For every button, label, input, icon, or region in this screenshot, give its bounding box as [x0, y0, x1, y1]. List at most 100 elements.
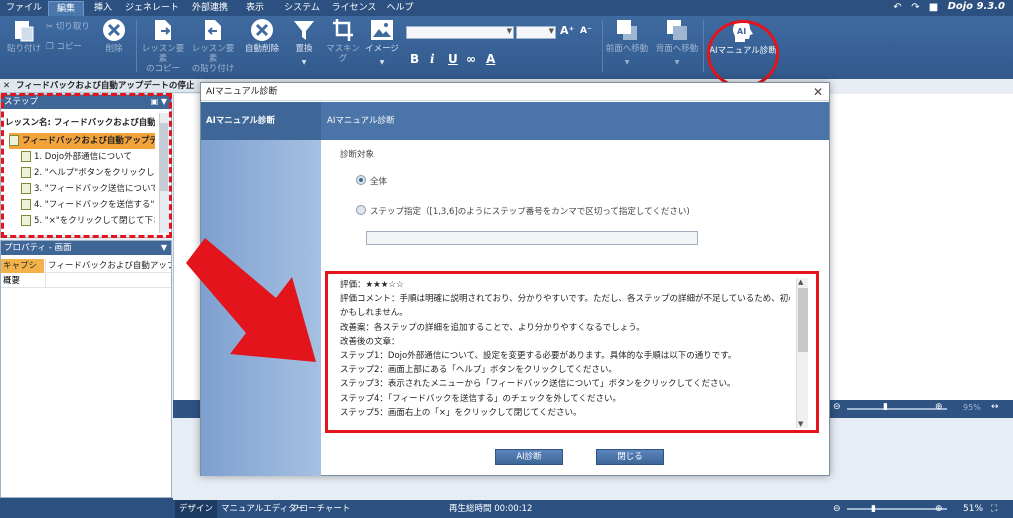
font-family-select[interactable]: ▼ — [406, 26, 514, 39]
masking-button[interactable]: マスキング — [322, 18, 364, 64]
result-box: 評価：★★★☆☆ 評価コメント：手順は明確に説明されており、分かりやすいです。た… — [325, 271, 819, 433]
radio-steps-label: ステップ指定（[1,3,6]のようにステップ番号をカンマで区切って指定してくださ… — [370, 207, 690, 217]
fit-icon[interactable]: ↔ — [991, 402, 999, 412]
tab-flowchart[interactable]: フローチャート — [287, 500, 354, 518]
tab-close-icon[interactable]: ✕ — [3, 79, 10, 93]
copy-lesson-icon — [155, 20, 171, 40]
app-brand: Dojo 9.3.0 — [947, 1, 1005, 12]
underline-icon[interactable]: U — [448, 52, 458, 66]
crop-icon — [333, 19, 353, 41]
zoom-in-icon[interactable]: ⊕ — [935, 500, 943, 518]
result-line: 改善案：各ステップの詳細を追加することで、より分かりやすくなるでしょう。 — [340, 322, 645, 333]
timeline-zoom-in-icon[interactable]: ⊕ — [935, 402, 943, 412]
replace-button[interactable]: 置換 ▼ — [288, 18, 320, 68]
ribbon-separator — [136, 20, 137, 72]
paste-lesson-button[interactable]: レッスン要素 の貼り付け — [190, 18, 236, 74]
zoom-value: 51% — [963, 504, 984, 514]
result-scroll-thumb[interactable] — [798, 288, 808, 352]
delete-label: 削除 — [105, 44, 123, 54]
property-value[interactable]: フィードバックおよび自動アップデー... — [45, 259, 171, 273]
replace-dropdown-icon[interactable]: ▼ — [288, 58, 320, 68]
link-icon[interactable]: ∞ — [466, 52, 476, 66]
copy-button[interactable]: ❐ コピー — [46, 42, 98, 52]
steps-highlight-dashed-box — [1, 93, 172, 238]
target-label: 診断対象 — [340, 150, 375, 160]
ai-button-highlight-circle — [707, 20, 779, 88]
cut-button[interactable]: ✂ 切り取り — [46, 22, 98, 32]
send-back-button[interactable]: 背面へ移動 ▼ — [654, 18, 700, 68]
auto-delete-button[interactable]: 自動削除 — [240, 18, 284, 54]
filter-icon — [294, 21, 314, 40]
send-back-dropdown-icon[interactable]: ▼ — [654, 58, 700, 68]
property-value[interactable] — [45, 274, 171, 288]
close-icon[interactable]: ✕ — [813, 84, 823, 100]
tab-license[interactable]: ライセンス — [330, 1, 378, 16]
tab-file[interactable]: ファイル — [4, 1, 44, 16]
bring-front-button[interactable]: 前面へ移動 ▼ — [604, 18, 650, 68]
scroll-down-icon[interactable]: ▼ — [798, 420, 803, 428]
masking-label: マスキング — [326, 44, 360, 64]
chevron-down-icon: ▼ — [506, 27, 512, 35]
radio-all-label: 全体 — [370, 177, 388, 187]
timeline-zoom-thumb[interactable]: ▮ — [883, 402, 888, 412]
property-row[interactable]: 概要 — [1, 274, 171, 288]
radio-all[interactable] — [356, 175, 366, 185]
step-numbers-input[interactable] — [366, 231, 698, 245]
redo-icon[interactable]: ↷ — [910, 2, 921, 13]
font-grow-icon[interactable]: A⁺ — [560, 24, 574, 37]
tab-help[interactable]: ヘルプ — [384, 1, 416, 16]
status-bar: デザイン マニュアルエディター フローチャート 再生総時間 00:00:12 ⊖… — [173, 500, 1013, 518]
copy-label: コピー — [56, 42, 82, 52]
tab-external[interactable]: 外部連携 — [186, 1, 234, 16]
dialog-title-bar: AIマニュアル診断 ✕ — [201, 83, 829, 101]
close-button[interactable]: 閉じる — [596, 449, 664, 465]
ai-diagnose-button[interactable]: AI診断 — [495, 449, 563, 465]
delete-x-icon — [103, 19, 125, 41]
image-label: イメージ — [365, 44, 399, 54]
property-row[interactable]: キャプション フィードバックおよび自動アップデー... — [1, 259, 171, 285]
image-button[interactable]: イメージ ▼ — [364, 18, 400, 68]
document-tab[interactable]: ✕ フィードバックおよび自動アップデートの停止 — [0, 79, 200, 93]
scroll-up-icon[interactable]: ▲ — [798, 278, 803, 286]
italic-icon[interactable]: i — [430, 52, 435, 66]
image-dropdown-icon[interactable]: ▼ — [364, 58, 400, 68]
result-line: ステップ4：「フィードバックを送信する」のチェックを外してください。 — [340, 393, 621, 404]
tab-insert[interactable]: 挿入 — [88, 1, 118, 16]
tab-system[interactable]: システム — [280, 1, 324, 16]
font-shrink-icon[interactable]: A⁻ — [580, 26, 592, 36]
undo-icon[interactable]: ↶ — [892, 2, 903, 13]
timeline-zoom-out-icon[interactable]: ⊖ — [833, 402, 841, 412]
auto-delete-icon — [251, 19, 273, 41]
tab-edit[interactable]: 編集 — [48, 1, 84, 16]
bold-icon[interactable]: B — [410, 52, 419, 66]
font-size-select[interactable]: ▼ — [516, 26, 556, 39]
ai-manual-dialog: AIマニュアル診断 ✕ AIマニュアル診断 AIマニュアル診断 診断対象 全体 … — [200, 82, 830, 476]
font-color-icon[interactable]: A — [486, 52, 495, 66]
properties-panel-title: プロパティ - 画面 ▼ — [1, 241, 171, 255]
delete-button[interactable]: 削除 — [96, 18, 132, 54]
paste-button[interactable]: 貼り付け — [4, 18, 44, 54]
tab-design[interactable]: デザイン — [175, 500, 218, 518]
chevron-down-icon[interactable]: ▼ — [161, 241, 167, 255]
copy-lesson-button[interactable]: レッスン要素 のコピー — [140, 18, 186, 74]
tab-generate[interactable]: ジェネレート — [124, 1, 180, 16]
zoom-slider[interactable] — [847, 508, 947, 510]
fullscreen-icon[interactable]: ⛶ — [991, 500, 997, 518]
bring-front-dropdown-icon[interactable]: ▼ — [604, 58, 650, 68]
zoom-thumb[interactable]: ▮ — [871, 500, 876, 518]
tab-view[interactable]: 表示 — [240, 1, 270, 16]
radio-steps[interactable] — [356, 205, 366, 215]
timeline-zoom-value: 95% — [963, 403, 981, 412]
copy-lesson-label-1: レッスン要素 — [141, 44, 185, 64]
left-status-bar — [0, 498, 173, 518]
dialog-title: AIマニュアル診断 — [206, 87, 278, 97]
save-icon[interactable]: ■ — [928, 2, 939, 13]
timeline-zoom-slider[interactable] — [847, 408, 947, 410]
copy-icon: ❐ — [46, 42, 57, 52]
chevron-down-icon: ▼ — [548, 27, 554, 35]
paste-label: 貼り付け — [6, 44, 41, 54]
result-line: ステップ1：Dojo外部通信について、設定を変更する必要があります。具体的な手順… — [340, 351, 737, 362]
result-scrollbar[interactable]: ▲ ▼ — [796, 278, 808, 428]
result-line: ステップ3：表示されたメニューから「フィードバック送信について」ボタンをクリック… — [340, 379, 736, 390]
zoom-out-icon[interactable]: ⊖ — [833, 500, 841, 518]
